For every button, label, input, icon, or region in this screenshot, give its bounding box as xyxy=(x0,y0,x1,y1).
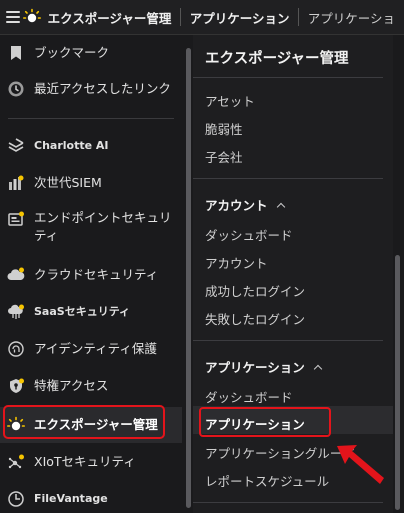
sidebar-item-endpoint-security[interactable]: エンドポイントセキュリティ xyxy=(0,205,182,251)
sidebar: ブックマーク 最近アクセスしたリンク Charlotte AI 次世代SIEM xyxy=(0,35,182,513)
exposure-management-icon xyxy=(6,415,26,435)
sidebar-item-xiot-security[interactable]: XIoTセキュリティ xyxy=(0,444,182,480)
submenu-item-failed-logins[interactable]: 失敗したログイン xyxy=(205,309,305,328)
section-header-applications[interactable]: アプリケーション xyxy=(205,357,323,376)
bookmark-icon xyxy=(6,43,26,63)
submenu-item-report-schedules[interactable]: レポートスケジュール xyxy=(205,471,329,490)
sidebar-divider xyxy=(8,118,174,119)
xiot-security-icon xyxy=(6,452,26,472)
submenu-item-vulnerabilities[interactable]: 脆弱性 xyxy=(205,119,243,138)
submenu-item-applications[interactable]: アプリケーション xyxy=(205,414,305,433)
sidebar-item-identity-protection[interactable]: アイデンティティ保護 xyxy=(0,331,182,367)
sidebar-item-label: 次世代SIEM xyxy=(34,175,102,190)
breadcrumb-exposure-management[interactable]: エクスポージャー管理 xyxy=(42,8,181,27)
submenu-item-assets[interactable]: アセット xyxy=(205,91,255,110)
siem-icon xyxy=(6,173,26,193)
sidebar-item-label: ブックマーク xyxy=(34,45,110,60)
sidebar-item-label: アイデンティティ保護 xyxy=(34,341,157,356)
breadcrumb-applications[interactable]: アプリケーション xyxy=(181,8,299,27)
recent-clock-icon xyxy=(6,79,26,99)
sidebar-item-label: FileVantage xyxy=(34,492,108,505)
chevron-up-icon xyxy=(313,364,323,373)
exposure-management-icon xyxy=(22,7,42,27)
sidebar-item-privileged-access[interactable]: 特権アクセス xyxy=(0,368,182,404)
sidebar-item-bookmarks[interactable]: ブックマーク xyxy=(0,35,182,71)
sidebar-item-charlotte-ai[interactable]: Charlotte AI xyxy=(0,128,182,164)
chevron-up-icon xyxy=(276,202,285,211)
section-header-label: アプリケーション xyxy=(205,360,305,375)
app-root: エクスポージャー管理 アプリケーション アプリケーショ ブックマーク 最近アクセ… xyxy=(0,0,404,513)
privileged-access-icon xyxy=(6,376,26,396)
submenu-panel: エクスポージャー管理 アセット 脆弱性 子会社 アカウント ダッシュボード アカ… xyxy=(193,35,393,513)
sidebar-item-cloud-security[interactable]: クラウドセキュリティ xyxy=(0,257,182,293)
sidebar-item-label: クラウドセキュリティ xyxy=(34,267,159,282)
submenu-item-application-groups[interactable]: アプリケーショングループ xyxy=(205,443,354,462)
submenu-divider xyxy=(193,178,383,179)
sidebar-item-label: エンドポイントセキュリティ xyxy=(34,210,172,243)
cloud-security-icon xyxy=(6,265,26,285)
submenu-scrollbar[interactable] xyxy=(395,255,400,510)
submenu-item-accounts[interactable]: アカウント xyxy=(205,253,268,272)
submenu-item-account-dashboard[interactable]: ダッシュボード xyxy=(205,225,293,244)
endpoint-security-icon xyxy=(6,209,26,229)
submenu-divider xyxy=(193,77,383,78)
filevantage-icon xyxy=(6,489,26,509)
sidebar-item-recent-links[interactable]: 最近アクセスしたリンク xyxy=(0,71,182,107)
sidebar-item-exposure-management[interactable]: エクスポージャー管理 xyxy=(0,407,182,443)
sidebar-item-label: 特権アクセス xyxy=(34,378,109,393)
submenu-item-subsidiaries[interactable]: 子会社 xyxy=(205,147,243,166)
sidebar-scrollbar[interactable] xyxy=(186,48,191,508)
sidebar-item-filevantage[interactable]: FileVantage xyxy=(0,481,182,513)
submenu-item-application-dashboard[interactable]: ダッシュボード xyxy=(205,387,293,406)
saas-security-icon xyxy=(6,302,26,322)
section-header-account[interactable]: アカウント xyxy=(205,195,285,214)
submenu-divider xyxy=(193,502,383,503)
sidebar-item-next-gen-siem[interactable]: 次世代SIEM xyxy=(0,165,182,201)
sidebar-item-label: エクスポージャー管理 xyxy=(34,417,158,432)
sidebar-item-label: 最近アクセスしたリンク xyxy=(34,81,171,96)
charlotte-ai-icon xyxy=(6,136,26,156)
identity-protection-icon xyxy=(6,339,26,359)
sidebar-item-label: Charlotte AI xyxy=(34,139,109,152)
sidebar-item-saas-security[interactable]: SaaSセキュリティ xyxy=(0,294,182,330)
submenu-item-successful-logins[interactable]: 成功したログイン xyxy=(205,281,305,300)
section-header-label: アカウント xyxy=(205,198,268,213)
submenu-title: エクスポージャー管理 xyxy=(205,51,349,67)
hamburger-menu-icon[interactable] xyxy=(6,11,20,23)
top-navigation-bar: エクスポージャー管理 アプリケーション アプリケーショ xyxy=(0,0,404,35)
submenu-divider xyxy=(193,340,383,341)
breadcrumb-applications-sub[interactable]: アプリケーショ xyxy=(299,8,404,27)
sidebar-item-label: XIoTセキュリティ xyxy=(34,454,136,469)
sidebar-item-label: SaaSセキュリティ xyxy=(34,305,131,318)
